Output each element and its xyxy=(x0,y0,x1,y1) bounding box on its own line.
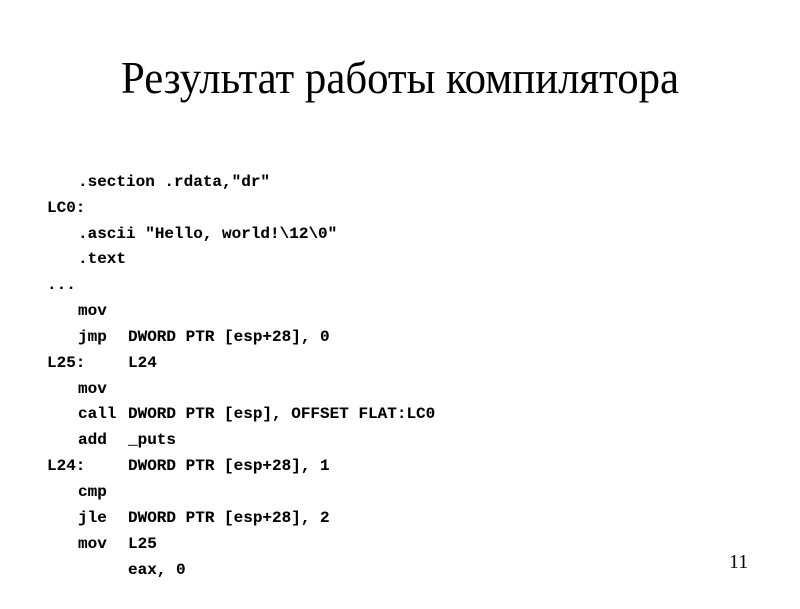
assembly-code-block: .section .rdata,"dr" LC0: .ascii "Hello,… xyxy=(47,144,435,579)
code-line: jle L25 xyxy=(47,480,157,553)
operands: DWORD PTR [esp+28], 0 xyxy=(128,327,330,346)
directive: .section .rdata,"dr" xyxy=(78,172,271,191)
slide-number: 11 xyxy=(729,551,749,573)
code-line: cmp DWORD PTR [esp+28], 2 xyxy=(47,454,330,527)
code-line: jmp L24 xyxy=(47,299,157,372)
code-line: L24: xyxy=(47,428,86,475)
operands: DWORD PTR [esp+28], 1 xyxy=(128,457,330,476)
code-line: mov eax, 0 xyxy=(47,506,186,579)
operands: _puts xyxy=(128,431,177,450)
mnemonic: mov xyxy=(78,534,107,553)
operands: DWORD PTR [esp], OFFSET FLAT:LC0 xyxy=(128,405,436,424)
slide-title: Результат работы компилятора xyxy=(120,52,680,103)
code-line: .section .rdata,"dr" xyxy=(47,144,270,191)
operands: L25 xyxy=(128,534,157,553)
operands: DWORD PTR [esp+28], 2 xyxy=(128,508,330,527)
directive: .ascii "Hello, world!\12\0" xyxy=(78,224,338,243)
code-line: LC0: xyxy=(47,170,86,217)
code-line: mov DWORD PTR [esp], OFFSET FLAT:LC0 xyxy=(47,351,435,424)
operands: eax, 0 xyxy=(128,560,186,579)
operands: L24 xyxy=(128,353,157,372)
code-line: add DWORD PTR [esp+28], 1 xyxy=(47,402,330,475)
code-line: L25: xyxy=(47,325,86,372)
code-line: .text xyxy=(47,222,126,268)
code-line: .ascii "Hello, world!\12\0" xyxy=(47,196,337,242)
code-line: ... xyxy=(47,247,85,294)
code-line: call _puts xyxy=(47,377,176,449)
code-line: mov DWORD PTR [esp+28], 0 xyxy=(47,273,330,346)
